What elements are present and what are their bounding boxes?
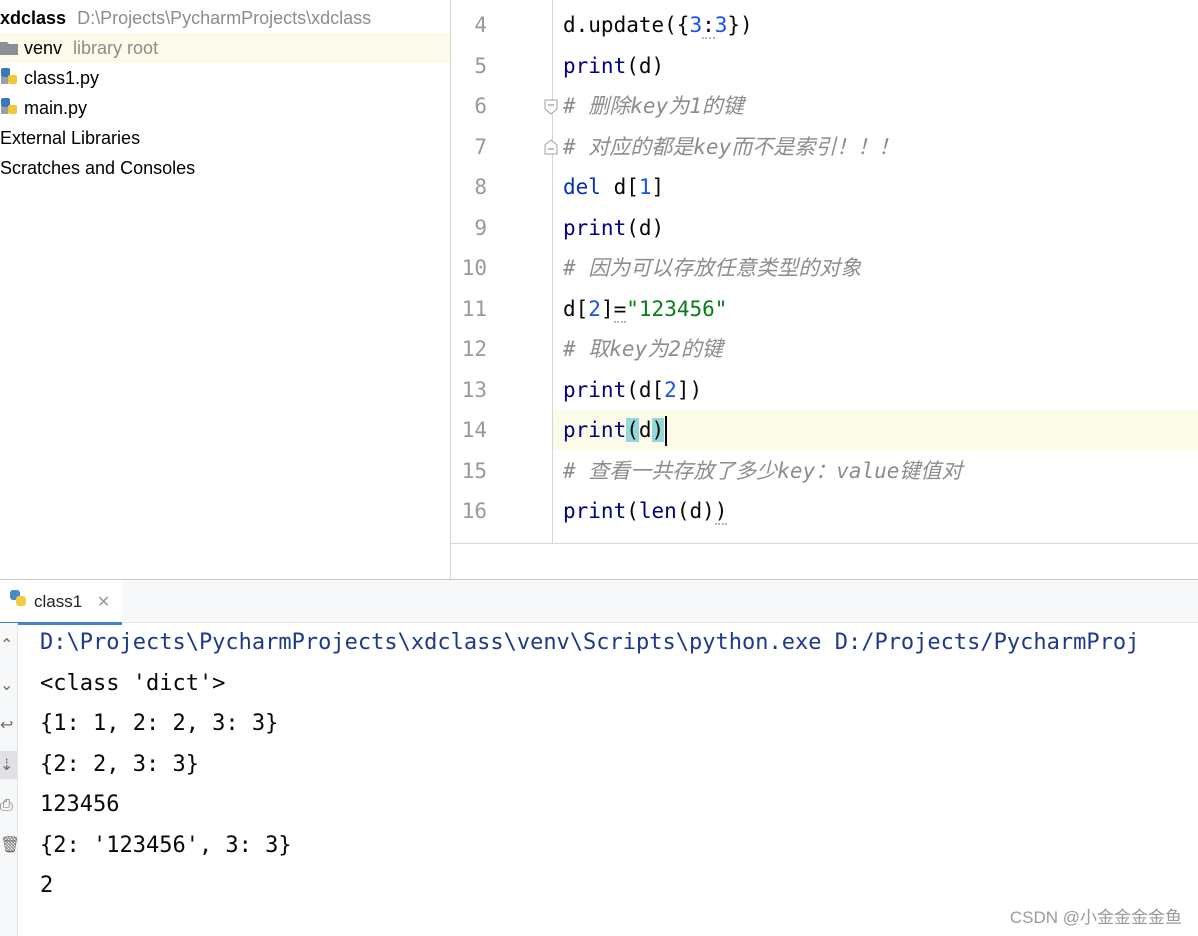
tree-item-label: Scratches and Consoles [0,158,196,178]
project-root-path: D:\Projects\PycharmProjects\xdclass [77,8,372,28]
line-number: 6 [474,94,487,118]
run-toolbar: ⌃ ⌄ ↩ ⇣ ⎙ 🗑 [0,623,18,936]
line-number: 4 [474,13,487,37]
code-line: print(d) [563,216,665,240]
console-line: <class 'dict'> [40,671,226,696]
python-file-icon [0,64,18,94]
line-number: 15 [461,459,487,483]
tree-item-scratches-and-consoles[interactable]: Scratches and Consoles [0,153,195,183]
console-line: {2: '123456', 3: 3} [40,833,292,858]
close-icon[interactable]: ✕ [97,594,110,611]
fold-end-icon[interactable] [544,139,558,155]
run-tool-window: class1 ✕ ⌃ ⌄ ↩ ⇣ ⎙ 🗑 D:\Projects\Pycharm… [0,579,1198,936]
scroll-to-end-icon[interactable]: ⇣ [0,751,17,779]
line-number: 11 [461,297,487,321]
console-line-command: D:\Projects\PycharmProjects\xdclass\venv… [40,630,1140,655]
tree-item-main-py[interactable]: main.py [0,93,87,123]
tree-item-label: main.py [24,98,88,118]
scroll-down-icon[interactable]: ⌄ [0,671,17,699]
tree-item-venv[interactable]: venv library root [0,33,450,63]
project-tool-window: xdclass D:\Projects\PycharmProjects\xdcl… [0,0,451,579]
code-line: del d[1] [563,175,665,199]
line-number: 5 [474,54,487,78]
line-number: 13 [461,378,487,402]
print-icon[interactable]: ⎙ [0,791,17,819]
tree-item-label: venv [24,38,63,58]
console-line: {1: 1, 2: 2, 3: 3} [40,711,279,736]
python-file-icon [0,94,18,124]
code-line: d[2]="123456" [563,297,728,323]
fold-start-icon[interactable] [544,99,558,115]
code-line: print(d) [563,54,665,78]
python-run-icon [8,581,28,625]
tree-item-label: class1.py [24,68,100,88]
line-number: 8 [474,175,487,199]
matched-brace: ) [651,418,665,442]
project-root-row[interactable]: xdclass D:\Projects\PycharmProjects\xdcl… [0,3,371,33]
line-number: 12 [461,337,487,361]
code-line-current: print(d) [563,410,668,450]
code-line-comment: # 查看一共存放了多少key：value键值对 [563,459,963,483]
line-number: 10 [461,256,487,280]
run-tab-label: class1 [34,592,83,611]
watermark: CSDN @小金金金金鱼 [1009,908,1182,927]
soft-wrap-icon[interactable]: ↩ [0,711,17,739]
code-line: print(d[2]) [563,378,703,402]
line-number: 14 [461,418,487,442]
folder-icon [0,34,18,64]
matched-brace: ( [626,418,639,442]
project-root-name: xdclass [0,8,67,28]
code-line-comment: # 对应的都是key而不是索引！！！ [563,135,900,159]
code-editor[interactable]: 4 5 6 7 8 9 10 11 12 13 14 15 16 d.updat… [451,0,1198,544]
line-number: 9 [474,216,487,240]
text-caret [665,416,668,446]
line-number: 16 [461,499,487,523]
console-line: {2: 2, 3: 3} [40,752,199,777]
run-tab-bar: class1 ✕ [0,580,1198,625]
code-line-comment: # 删除key为1的键 [563,94,744,118]
tree-item-external-libraries[interactable]: External Libraries [0,123,140,153]
code-line: print(len(d)) [563,499,728,525]
library-root-note: library root [73,38,159,58]
line-number: 7 [474,135,487,159]
console-line: 2 [40,873,54,898]
console-line: 123456 [40,792,120,817]
code-line-comment: # 因为可以存放任意类型的对象 [563,256,862,280]
tree-item-label: External Libraries [0,128,141,148]
tree-item-class1-py[interactable]: class1.py [0,63,99,93]
scroll-up-icon[interactable]: ⌃ [0,631,17,659]
code-line-comment: # 取key为2的键 [563,337,723,361]
code-line: d.update({3:3}) [563,13,753,39]
run-tab-class1[interactable]: class1 ✕ [0,580,123,625]
console-output[interactable]: D:\Projects\PycharmProjects\xdclass\venv… [40,623,1198,936]
delete-icon[interactable]: 🗑 [0,831,17,859]
